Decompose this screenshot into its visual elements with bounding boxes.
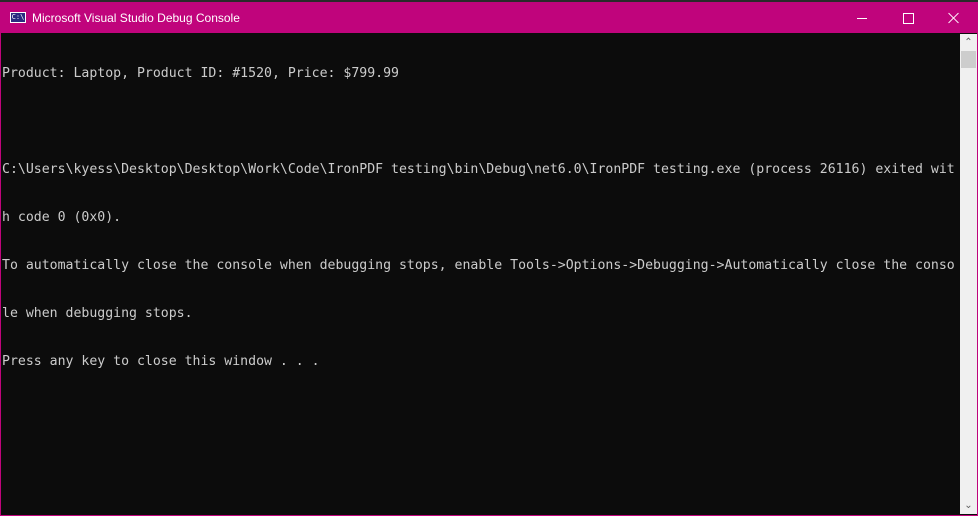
console-line: Product: Laptop, Product ID: #1520, Pric…: [2, 66, 399, 81]
minimize-icon: [857, 17, 867, 19]
maximize-icon: [902, 12, 914, 24]
console-app-icon[interactable]: C:\: [10, 12, 26, 23]
minimize-button[interactable]: [839, 3, 885, 33]
console-line: To automatically close the console when …: [2, 258, 955, 273]
scroll-down-arrow-icon[interactable]: ⌄: [960, 497, 977, 514]
console-line: Press any key to close this window . . .: [2, 354, 320, 369]
vertical-scrollbar[interactable]: ⌃ ⌄: [960, 34, 977, 514]
scrollbar-thumb[interactable]: [961, 51, 976, 68]
console-line: C:\Users\kyess\Desktop\Desktop\Work\Code…: [2, 162, 955, 177]
console-line: le when debugging stops.: [2, 306, 193, 321]
window-title: Microsoft Visual Studio Debug Console: [32, 11, 240, 25]
close-button[interactable]: [931, 3, 977, 33]
maximize-button[interactable]: [885, 3, 931, 33]
scroll-up-arrow-icon[interactable]: ⌃: [960, 34, 977, 51]
title-bar[interactable]: C:\ Microsoft Visual Studio Debug Consol…: [1, 3, 977, 33]
console-output[interactable]: Product: Laptop, Product ID: #1520, Pric…: [2, 34, 960, 514]
close-icon: [948, 12, 960, 24]
console-line: h code 0 (0x0).: [2, 210, 122, 225]
debug-console-window: C:\ Microsoft Visual Studio Debug Consol…: [0, 2, 978, 516]
